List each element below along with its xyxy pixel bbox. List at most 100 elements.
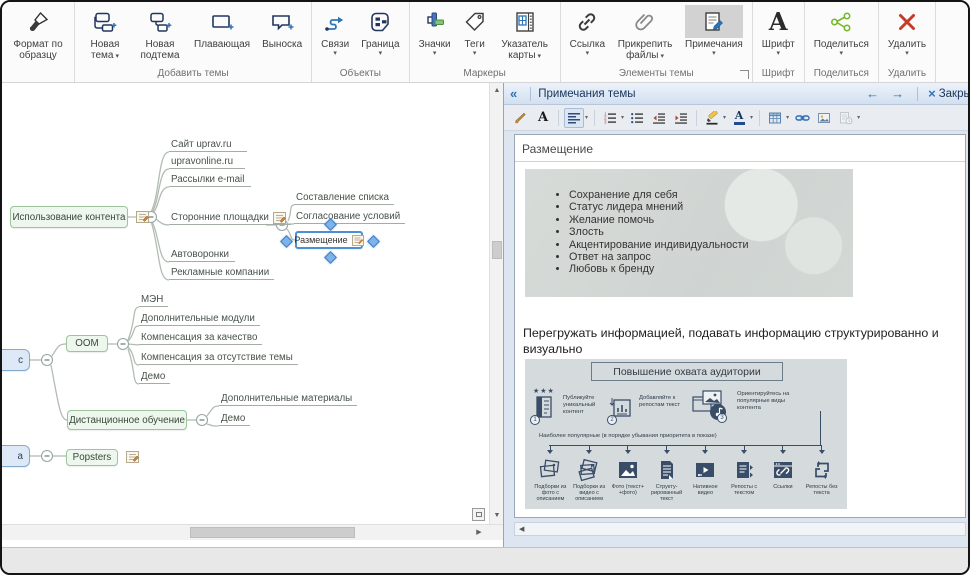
map-overview-button[interactable]: [472, 508, 485, 521]
topic-demo-1[interactable]: Демо: [139, 370, 170, 384]
icons-label: Значки: [419, 39, 451, 50]
dropdown-arrow[interactable]: ▾: [750, 114, 753, 121]
dropdown-arrow: ▾: [776, 50, 780, 58]
boundary-button[interactable]: Граница ▾: [356, 4, 404, 59]
map-viewport[interactable]: Использование контента Сайт uprav.ru upr…: [2, 83, 489, 524]
group-label-add-topics: Добавить темы: [75, 66, 311, 82]
slide-bullet: Акцентирование индивидуальности: [569, 239, 853, 251]
indent-icon[interactable]: [671, 108, 691, 128]
topic-men[interactable]: МЭН: [139, 293, 168, 307]
close-panel-icon[interactable]: ×: [925, 86, 939, 101]
attach-files-button[interactable]: Прикрепить файлы▾: [612, 4, 678, 63]
topic-terms[interactable]: Согласование условий: [294, 210, 405, 224]
topic-autofunnels[interactable]: Автоворонки: [169, 248, 235, 262]
floating-topic-button[interactable]: Плавающая: [189, 4, 255, 51]
content-types-row: Подборки из фото с описанием Подборки из…: [531, 445, 841, 502]
font-color-icon[interactable]: A: [729, 108, 749, 128]
notes-horizontal-scrollbar[interactable]: ◀: [514, 522, 966, 536]
horizontal-scroll-thumb[interactable]: [190, 527, 355, 538]
topic-email[interactable]: Рассылки e-mail: [169, 173, 251, 187]
outdent-icon[interactable]: [649, 108, 669, 128]
font-dialog-icon[interactable]: A: [533, 108, 553, 128]
dialog-launcher-icon[interactable]: [740, 70, 749, 79]
dropdown-arrow[interactable]: ▾: [621, 114, 624, 121]
topic-popsters[interactable]: Popsters: [66, 449, 118, 466]
topic-cut-top[interactable]: с: [2, 349, 30, 371]
slide-bullet: Любовь к бренду: [569, 263, 853, 275]
topic-site[interactable]: Сайт uprav.ru: [169, 138, 247, 152]
topic-comp-absence[interactable]: Компенсация за отсутствие темы: [139, 351, 298, 365]
numbered-list-icon[interactable]: 123: [600, 108, 620, 128]
status-bar: [2, 547, 968, 573]
topic-ad-campaigns[interactable]: Рекламные компании: [169, 266, 274, 280]
content-type-item: Репосты без текста: [802, 445, 841, 502]
insert-link-icon[interactable]: [792, 108, 812, 128]
vertical-scroll-thumb[interactable]: [492, 241, 502, 259]
topic-list-making[interactable]: Составление списка: [294, 191, 394, 205]
topic-content-usage[interactable]: Использование контента: [10, 206, 128, 228]
font-button[interactable]: A Шрифт ▾: [757, 4, 800, 59]
topic-placement-selected[interactable]: Размещение: [295, 231, 363, 249]
tags-button[interactable]: Теги ▾: [458, 4, 492, 59]
map-index-button[interactable]: Указатель карты▾: [494, 4, 556, 63]
dropdown-arrow: ▾: [473, 50, 477, 58]
dropdown-arrow: ▾: [905, 50, 909, 58]
new-subtopic-button[interactable]: Новая подтема: [133, 4, 187, 62]
relationships-button[interactable]: Связи ▾: [316, 4, 354, 59]
scroll-right-arrow[interactable]: ▶: [472, 526, 486, 540]
dropdown-arrow[interactable]: ▾: [857, 114, 860, 121]
collapse-panel-icon[interactable]: «: [504, 86, 523, 101]
dropdown-arrow[interactable]: ▾: [786, 114, 789, 121]
dropdown-arrow[interactable]: ▾: [723, 114, 726, 121]
format-painter-button[interactable]: Формат по образцу: [6, 4, 70, 62]
share-label: Поделиться: [814, 39, 869, 50]
topic-third-party[interactable]: Сторонние площадки: [169, 211, 291, 225]
icons-button[interactable]: Значки ▾: [414, 4, 456, 59]
topic-extra-materials[interactable]: Дополнительные материалы: [219, 392, 357, 406]
insert-image-icon[interactable]: [814, 108, 834, 128]
topic-extra-modules[interactable]: Дополнительные модули: [139, 312, 260, 326]
back-arrow-icon[interactable]: ←: [860, 86, 885, 101]
new-topic-button[interactable]: Новая тема▾: [79, 4, 131, 63]
callout-button[interactable]: Выноска: [257, 4, 307, 51]
map-canvas[interactable]: Использование контента Сайт uprav.ru upr…: [2, 83, 503, 547]
close-panel-label[interactable]: Закрыть: [939, 88, 970, 100]
svg-text:3: 3: [604, 119, 607, 124]
delete-button[interactable]: Удалить ▾: [883, 4, 931, 59]
align-icon[interactable]: [564, 108, 584, 128]
scroll-up-arrow[interactable]: ▲: [490, 84, 503, 98]
notes-button[interactable]: Примечания ▾: [680, 4, 748, 59]
notes-editor[interactable]: Размещение Сохранение для себя Статус ли…: [514, 134, 966, 518]
ribbon-spacer: [936, 2, 968, 82]
note-icon[interactable]: [126, 451, 139, 463]
topic-upravonline[interactable]: upravonline.ru: [169, 155, 245, 169]
link-button[interactable]: Ссылка ▾: [565, 4, 610, 59]
note-icon[interactable]: [352, 235, 364, 246]
format-brush-icon[interactable]: [511, 108, 531, 128]
font-label: Шрифт: [762, 39, 795, 50]
note-icon[interactable]: [273, 212, 286, 224]
note-icon[interactable]: [136, 211, 149, 223]
dropdown-arrow[interactable]: ▾: [585, 114, 588, 121]
share-button[interactable]: Поделиться ▾: [809, 4, 874, 59]
app-window: Формат по образцу Новая тема▾ Новая подт…: [0, 0, 970, 575]
canvas-vertical-scrollbar[interactable]: ▲ ▼: [489, 83, 503, 524]
topic-cut-bottom[interactable]: а: [2, 445, 30, 467]
topic-oom[interactable]: ООМ: [66, 335, 108, 352]
content-type-item: Подборки из видео с описанием: [570, 445, 609, 502]
scroll-down-arrow[interactable]: ▼: [490, 509, 503, 523]
topic-comp-quality[interactable]: Компенсация за качество: [139, 331, 262, 345]
scroll-left-arrow[interactable]: ◀: [515, 525, 524, 533]
embedded-slide-image: Сохранение для себя Статус лидера мнений…: [525, 169, 853, 297]
timestamp-icon[interactable]: [836, 108, 856, 128]
topic-distance-learning[interactable]: Дистанционное обучение: [67, 410, 187, 430]
canvas-horizontal-scrollbar[interactable]: ▶: [2, 524, 503, 540]
photo-collection-icon: [538, 458, 562, 482]
bullet-list-icon[interactable]: [627, 108, 647, 128]
topic-demo-2[interactable]: Демо: [219, 412, 250, 426]
step-text: Публикуйте уникальный контент: [563, 395, 613, 416]
highlighter-icon[interactable]: [702, 108, 722, 128]
insert-table-icon[interactable]: [765, 108, 785, 128]
paperclip-icon: [617, 5, 673, 38]
forward-arrow-icon[interactable]: →: [885, 86, 910, 101]
